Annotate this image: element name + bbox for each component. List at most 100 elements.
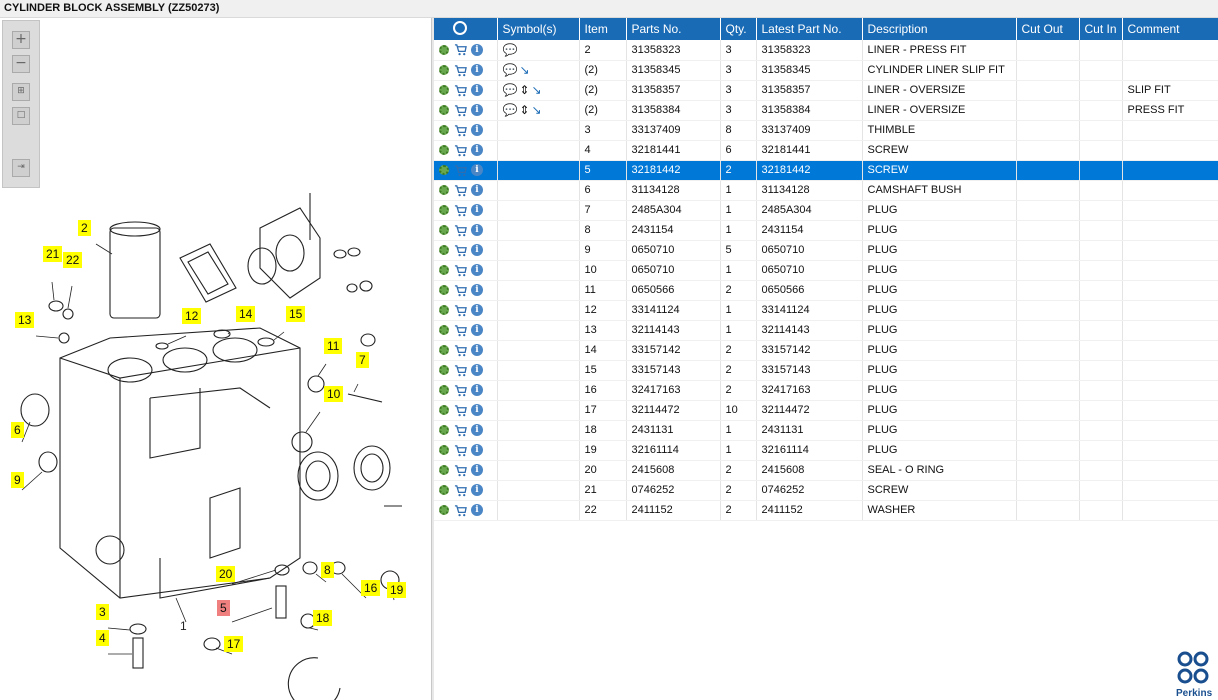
- cart-icon[interactable]: [454, 284, 467, 297]
- callout-17[interactable]: 17: [224, 636, 244, 652]
- info-icon[interactable]: i: [471, 264, 483, 276]
- settings-icon[interactable]: [439, 145, 449, 155]
- cart-icon[interactable]: [454, 364, 467, 377]
- info-icon[interactable]: i: [471, 284, 483, 296]
- cart-icon[interactable]: [454, 84, 467, 97]
- callout-12[interactable]: 12: [182, 308, 202, 324]
- info-icon[interactable]: i: [471, 304, 483, 316]
- table-row[interactable]: i 18 2431131 1 2431131 PLUG: [434, 420, 1218, 441]
- table-row[interactable]: i 8 2431154 1 2431154 PLUG: [434, 220, 1218, 241]
- info-icon[interactable]: i: [471, 184, 483, 196]
- info-icon[interactable]: i: [471, 144, 483, 156]
- cart-icon[interactable]: [454, 424, 467, 437]
- table-row[interactable]: i 19 32161114 1 32161114 PLUG: [434, 440, 1218, 461]
- callout-8[interactable]: 8: [321, 562, 334, 578]
- info-icon[interactable]: i: [471, 104, 483, 116]
- cart-icon[interactable]: [454, 264, 467, 277]
- cart-icon[interactable]: [454, 344, 467, 357]
- cart-icon[interactable]: [454, 464, 467, 477]
- callout-9[interactable]: 9: [11, 472, 24, 488]
- column-actions[interactable]: [434, 18, 498, 40]
- settings-icon[interactable]: [439, 85, 449, 95]
- settings-icon[interactable]: [439, 105, 449, 115]
- cart-icon[interactable]: [454, 184, 467, 197]
- settings-icon[interactable]: [439, 125, 449, 135]
- table-row[interactable]: i 10 0650710 1 0650710 PLUG: [434, 260, 1218, 281]
- callout-15[interactable]: 15: [286, 306, 306, 322]
- info-icon[interactable]: i: [471, 424, 483, 436]
- callout-2[interactable]: 2: [78, 220, 91, 236]
- column-cut-out[interactable]: Cut Out: [1016, 18, 1080, 40]
- settings-icon[interactable]: [439, 225, 449, 235]
- cart-icon[interactable]: [454, 164, 467, 177]
- info-icon[interactable]: i: [471, 204, 483, 216]
- table-row[interactable]: i 💬 2 31358323 3 31358323 LINER - PRESS FIT: [434, 40, 1218, 61]
- settings-icon[interactable]: [439, 185, 449, 195]
- callout-5[interactable]: 5: [217, 600, 230, 616]
- note-icon[interactable]: 💬: [503, 63, 518, 77]
- table-row[interactable]: i 💬 ⇕ ↘ (2) 31358357 3 31358357 LINER - OVERSIZE…: [434, 80, 1218, 101]
- table-row[interactable]: i 15 33157143 2 33157143 PLUG: [434, 360, 1218, 381]
- column-description[interactable]: Description: [862, 18, 1017, 40]
- table-row[interactable]: i 12 33141124 1 33141124 PLUG: [434, 300, 1218, 321]
- table-row[interactable]: i 14 33157142 2 33157142 PLUG: [434, 340, 1218, 361]
- callout-22[interactable]: 22: [63, 252, 83, 268]
- column-comment[interactable]: Comment: [1122, 18, 1218, 40]
- settings-icon[interactable]: [439, 285, 449, 295]
- callout-19[interactable]: 19: [387, 582, 407, 598]
- settings-icon[interactable]: [439, 65, 449, 75]
- info-icon[interactable]: i: [471, 43, 483, 56]
- zoom-out-button[interactable]: −: [12, 55, 30, 73]
- search-icon[interactable]: [453, 20, 467, 35]
- table-row[interactable]: i 4 32181441 6 32181441 SCREW: [434, 140, 1218, 161]
- info-icon[interactable]: i: [471, 364, 483, 376]
- cart-icon[interactable]: [454, 484, 467, 497]
- info-icon[interactable]: i: [471, 224, 483, 236]
- info-icon[interactable]: i: [471, 244, 483, 256]
- table-row[interactable]: i 13 32114143 1 32114143 PLUG: [434, 320, 1218, 341]
- callout-21[interactable]: 21: [43, 246, 63, 262]
- settings-icon[interactable]: [439, 465, 449, 475]
- callout-10[interactable]: 10: [324, 386, 344, 402]
- fit-page-button[interactable]: ⊞: [12, 83, 30, 101]
- settings-icon[interactable]: [439, 405, 449, 415]
- settings-icon[interactable]: [439, 165, 449, 175]
- info-icon[interactable]: i: [471, 344, 483, 356]
- callout-16[interactable]: 16: [361, 580, 381, 596]
- info-icon[interactable]: i: [471, 464, 483, 476]
- table-row[interactable]: i 💬 ⇕ ↘ (2) 31358384 3 31358384 LINER - OVERSIZE…: [434, 100, 1218, 121]
- cart-icon[interactable]: [454, 384, 467, 397]
- settings-icon[interactable]: [439, 265, 449, 275]
- cart-icon[interactable]: [454, 144, 467, 157]
- callout-18[interactable]: 18: [313, 610, 333, 626]
- export-button[interactable]: ⇥: [12, 159, 30, 177]
- settings-icon[interactable]: [439, 205, 449, 215]
- cart-icon[interactable]: [454, 104, 467, 117]
- cart-icon[interactable]: [454, 124, 467, 137]
- column-symbols[interactable]: Symbol(s): [497, 18, 580, 40]
- cart-icon[interactable]: [454, 43, 467, 56]
- table-row[interactable]: i 💬 ↘ (2) 31358345 3 31358345 CYLINDER LINER SL…: [434, 60, 1218, 81]
- cart-icon[interactable]: [454, 444, 467, 457]
- info-icon[interactable]: i: [471, 384, 483, 396]
- table-row[interactable]: i 7 2485A304 1 2485A304 PLUG: [434, 200, 1218, 221]
- column-item[interactable]: Item: [579, 18, 627, 40]
- info-icon[interactable]: i: [471, 504, 483, 516]
- info-icon[interactable]: i: [471, 164, 483, 176]
- note-icon[interactable]: 💬: [503, 103, 518, 117]
- settings-icon[interactable]: [439, 385, 449, 395]
- settings-icon[interactable]: [439, 245, 449, 255]
- cart-icon[interactable]: [454, 204, 467, 217]
- info-icon[interactable]: i: [471, 84, 483, 96]
- info-icon[interactable]: i: [471, 324, 483, 336]
- cart-icon[interactable]: [454, 404, 467, 417]
- zoom-in-button[interactable]: +: [12, 31, 30, 49]
- table-row[interactable]: i 17 32114472 10 32114472 PLUG: [434, 400, 1218, 421]
- info-icon[interactable]: i: [471, 124, 483, 136]
- cart-icon[interactable]: [454, 324, 467, 337]
- diagram-pane[interactable]: 1 + − ⊞ □ ⇥ 2 21 22 13 12 14 15 11 7 10 …: [0, 18, 431, 700]
- callout-20[interactable]: 20: [216, 566, 236, 582]
- note-icon[interactable]: 💬: [503, 83, 518, 97]
- settings-icon[interactable]: [439, 44, 449, 55]
- settings-icon[interactable]: [439, 485, 449, 495]
